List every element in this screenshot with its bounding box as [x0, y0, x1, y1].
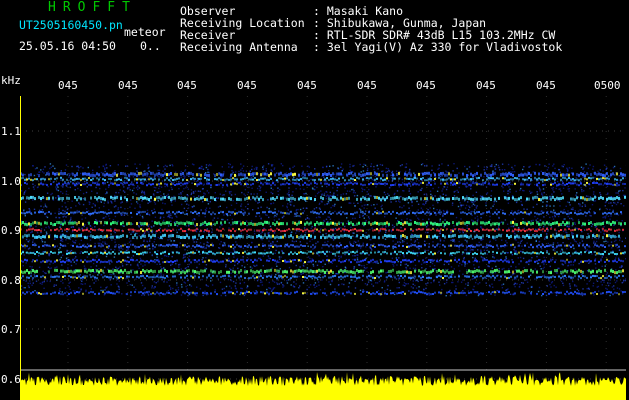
- y-tick-label: 0.9: [1, 224, 21, 237]
- y-tick-label: 1.1: [1, 125, 21, 138]
- y-unit-label: kHz: [1, 74, 21, 87]
- spectrum-fill: [20, 372, 626, 400]
- y-tick-label: 0.7: [1, 323, 21, 336]
- spectrum-strip: [20, 372, 626, 400]
- y-tick-label: 1.0: [1, 175, 21, 188]
- spectrogram-plot: [20, 96, 626, 400]
- y-tick-label: 0.6: [1, 373, 21, 386]
- y-tick-label: 0.8: [1, 274, 21, 287]
